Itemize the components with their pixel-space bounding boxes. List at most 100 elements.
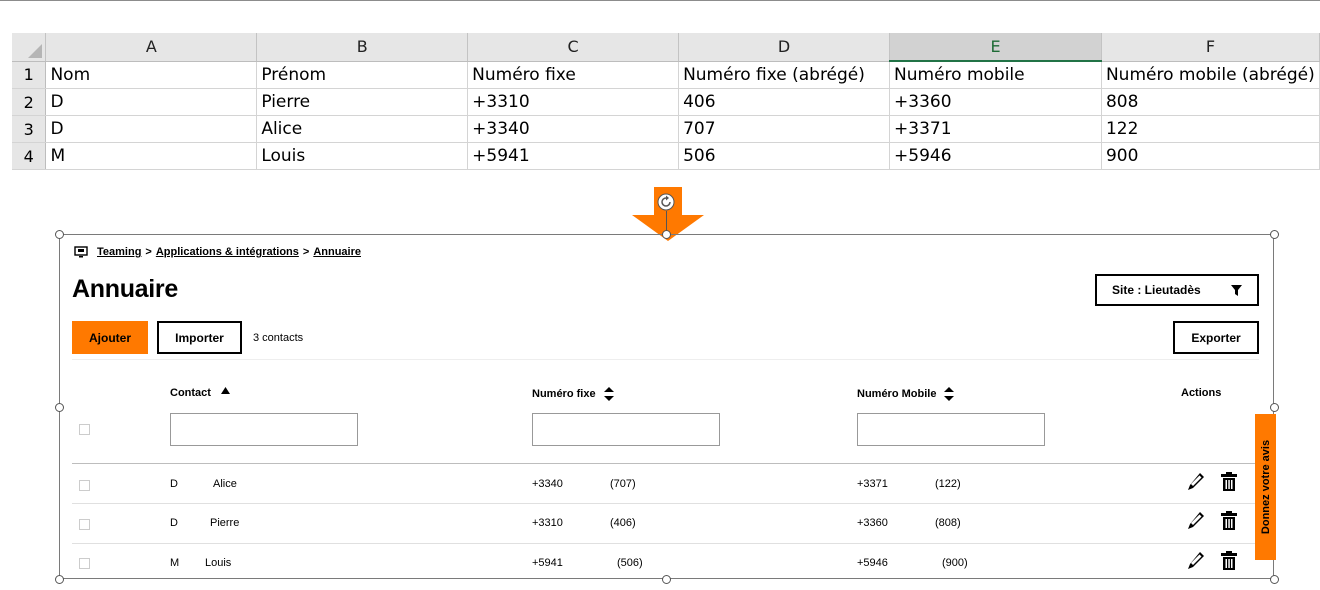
breadcrumb-separator: > [302,246,310,258]
column-header-fixed[interactable]: Numéro fixe [532,387,614,401]
top-border [0,0,1320,1]
spreadsheet: A B C D E F 1 Nom Prénom Numéro fixe Num… [12,33,1320,170]
column-header-c[interactable]: C [467,33,680,62]
cell[interactable]: Nom [45,61,258,89]
mobile-filter-input[interactable] [857,413,1045,446]
mobile-number: +3371 [857,478,888,490]
feedback-tab[interactable]: Donnez votre avis [1255,414,1276,560]
cell[interactable]: 406 [678,88,891,116]
fixed-number: +3340 [532,478,563,490]
column-header-contact[interactable]: Contact [170,386,230,399]
fixed-header-label: Numéro fixe [532,388,596,400]
cell[interactable]: 506 [678,142,891,170]
cell[interactable]: M [45,142,258,170]
cell[interactable]: +5941 [467,142,680,170]
cell[interactable]: Numéro mobile [889,61,1102,89]
cell[interactable]: Prénom [256,61,469,89]
cell[interactable]: D [45,88,258,116]
cell[interactable]: Numéro fixe [467,61,680,89]
contact-first-name: Pierre [210,517,240,529]
row-header[interactable]: 1 [12,61,47,89]
row-checkbox[interactable] [79,558,90,569]
page-title: Annuaire [72,275,178,303]
contact-first-name: Alice [213,478,237,490]
rotate-icon[interactable] [657,193,675,211]
divider [72,359,1259,360]
row-checkbox[interactable] [79,480,90,491]
column-header-f[interactable]: F [1101,33,1320,62]
directory-app: Teaming > Applications & intégrations > … [60,235,1273,578]
column-header-row: A B C D E F [12,33,1320,62]
fixed-number: +5941 [532,557,563,569]
row-checkbox[interactable] [79,519,90,530]
mobile-header-label: Numéro Mobile [857,388,937,400]
column-header-mobile[interactable]: Numéro Mobile [857,387,955,401]
contact-first-name: Louis [205,557,232,569]
edit-pencil-icon[interactable] [1187,551,1205,570]
delete-trash-icon[interactable] [1220,511,1238,530]
fixed-number: +3310 [532,517,563,529]
breadcrumb-separator: > [145,246,152,258]
spreadsheet-row: 3 D Alice +3340 707 +3371 122 [12,115,1320,143]
column-header-e[interactable]: E [889,33,1102,62]
mobile-short-number: (808) [935,517,961,529]
filter-icon [1231,285,1242,296]
mobile-number: +5946 [857,557,888,569]
row-header[interactable]: 2 [12,88,47,116]
sort-icon [603,387,614,401]
column-header-d[interactable]: D [678,33,891,62]
select-all-corner[interactable] [12,33,47,62]
cell[interactable]: Numéro fixe (abrégé) [678,61,891,89]
cell[interactable]: 808 [1101,88,1320,116]
cell[interactable]: Numéro mobile (abrégé) [1101,61,1320,89]
cell[interactable]: +3371 [889,115,1102,143]
fixed-short-number: (506) [617,557,643,569]
cell[interactable]: 900 [1101,142,1320,170]
contact-last-name: D [170,517,178,529]
cell[interactable]: Alice [256,115,469,143]
spreadsheet-row: 1 Nom Prénom Numéro fixe Numéro fixe (ab… [12,61,1320,89]
column-header-a[interactable]: A [45,33,258,62]
row-divider [72,503,1259,504]
fixed-short-number: (406) [610,517,636,529]
header-divider [72,463,1259,464]
edit-pencil-icon[interactable] [1187,511,1205,530]
spreadsheet-row: 2 D Pierre +3310 406 +3360 808 [12,88,1320,116]
select-all-checkbox[interactable] [79,424,90,435]
cell[interactable]: Pierre [256,88,469,116]
cell[interactable]: Louis [256,142,469,170]
contact-header-label: Contact [170,387,211,399]
cell[interactable]: +3360 [889,88,1102,116]
cell[interactable]: D [45,115,258,143]
delete-trash-icon[interactable] [1220,472,1238,491]
fixed-filter-input[interactable] [532,413,720,446]
contact-filter-input[interactable] [170,413,358,446]
feedback-tab-label: Donnez votre avis [1259,439,1272,535]
sort-ascending-icon [220,386,230,394]
edit-pencil-icon[interactable] [1187,472,1205,491]
add-button[interactable]: Ajouter [72,321,148,354]
screen-icon [74,246,88,258]
row-header[interactable]: 3 [12,115,47,143]
column-header-b[interactable]: B [256,33,469,62]
cell[interactable]: +3340 [467,115,680,143]
breadcrumb-teaming[interactable]: Teaming [97,246,141,258]
delete-trash-icon[interactable] [1220,551,1238,570]
breadcrumb: Teaming > Applications & intégrations > … [74,246,361,258]
fixed-short-number: (707) [610,478,636,490]
cell[interactable]: +5946 [889,142,1102,170]
spreadsheet-grid: A B C D E F 1 Nom Prénom Numéro fixe Num… [12,33,1320,170]
breadcrumb-applications[interactable]: Applications & intégrations [156,246,299,258]
contact-count: 3 contacts [253,332,304,344]
spreadsheet-row: 4 M Louis +5941 506 +5946 900 [12,142,1320,170]
breadcrumb-annuaire[interactable]: Annuaire [313,246,361,258]
mobile-short-number: (900) [942,557,968,569]
row-header[interactable]: 4 [12,142,47,170]
site-filter-label: Site : Lieutadès [1112,283,1201,297]
export-button[interactable]: Exporter [1173,321,1259,354]
cell[interactable]: 122 [1101,115,1320,143]
cell[interactable]: 707 [678,115,891,143]
import-button[interactable]: Importer [157,321,242,354]
cell[interactable]: +3310 [467,88,680,116]
site-filter-select[interactable]: Site : Lieutadès [1095,274,1259,306]
